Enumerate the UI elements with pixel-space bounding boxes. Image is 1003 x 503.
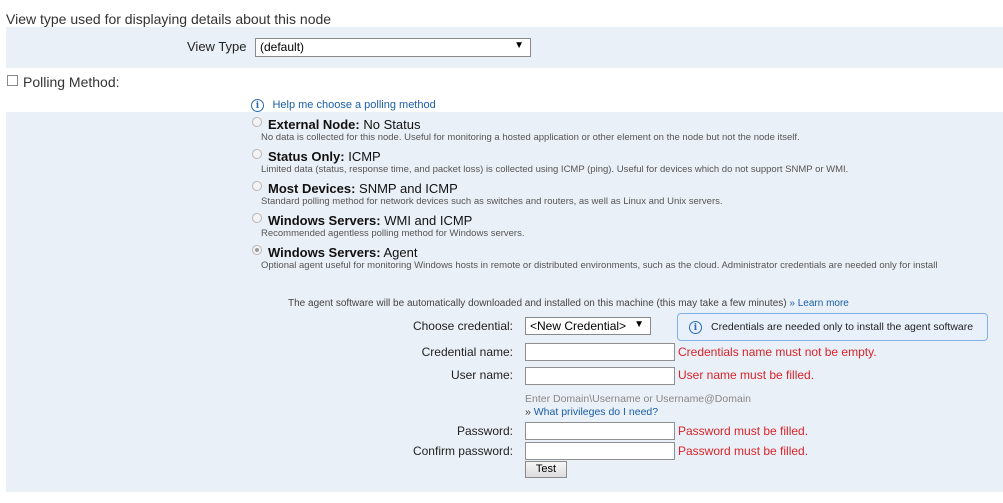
radio-status-only[interactable]: [252, 149, 262, 159]
confirm-password-input[interactable]: [525, 442, 675, 460]
test-button[interactable]: Test: [525, 461, 567, 478]
radio-windows-wmi[interactable]: [252, 213, 262, 223]
learn-more-link[interactable]: » Learn more: [789, 298, 848, 309]
option-status-only-desc: Limited data (status, response time, and…: [261, 164, 849, 175]
privileges-prefix: »: [525, 406, 531, 418]
agent-note-text: The agent software will be automatically…: [288, 298, 787, 309]
view-type-select[interactable]: (default) ▼: [255, 38, 531, 57]
option-most-devices-desc: Standard polling method for network devi…: [261, 196, 723, 207]
confirm-password-error: Password must be filled.: [678, 444, 809, 458]
option-status-only-title: Status Only: ICMP: [268, 149, 381, 164]
confirm-password-label: Confirm password:: [412, 444, 513, 458]
chevron-down-icon: ▼: [514, 40, 524, 51]
credential-name-error: Credentials name must not be empty.: [678, 345, 877, 359]
radio-external-node[interactable]: [252, 117, 262, 127]
user-name-error: User name must be filled.: [678, 368, 815, 382]
password-input[interactable]: [525, 422, 675, 440]
password-label: Password:: [456, 424, 513, 438]
privileges-link-row[interactable]: » What privileges do I need?: [525, 406, 658, 418]
view-type-label: View Type: [187, 39, 247, 54]
help-polling-link[interactable]: i Help me choose a polling method: [251, 95, 436, 113]
credential-name-input[interactable]: [525, 343, 675, 361]
option-windows-wmi-title: Windows Servers: WMI and ICMP: [268, 213, 473, 228]
polling-method-checkbox[interactable]: [7, 75, 18, 86]
option-windows-agent-title: Windows Servers: Agent: [268, 245, 418, 260]
privileges-link[interactable]: What privileges do I need?: [534, 406, 658, 418]
view-type-selected-value: (default): [260, 40, 305, 54]
radio-windows-agent[interactable]: [252, 245, 262, 255]
choose-credential-label: Choose credential:: [412, 319, 513, 333]
radio-most-devices[interactable]: [252, 181, 262, 191]
user-name-input[interactable]: [525, 367, 675, 385]
user-name-hint: Enter Domain\Username or Username@Domain: [525, 393, 751, 405]
view-type-heading: View type used for displaying details ab…: [6, 11, 332, 27]
credential-info-callout: i Credentials are needed only to install…: [677, 313, 988, 341]
agent-note: The agent software will be automatically…: [288, 298, 849, 309]
option-external-node-title: External Node: No Status: [268, 117, 421, 132]
callout-text: Credentials are needed only to install t…: [711, 321, 974, 333]
option-windows-agent-desc: Optional agent useful for monitoring Win…: [261, 260, 938, 271]
user-name-label: User name:: [450, 368, 513, 382]
info-icon: i: [251, 99, 264, 112]
option-windows-wmi-desc: Recommended agentless polling method for…: [261, 228, 525, 239]
credential-selected-value: <New Credential>: [530, 319, 627, 333]
password-error: Password must be filled.: [678, 424, 809, 438]
option-external-node-desc: No data is collected for this node. Usef…: [261, 132, 800, 143]
option-most-devices-title: Most Devices: SNMP and ICMP: [268, 181, 458, 196]
chevron-down-icon: ▼: [634, 319, 644, 330]
help-polling-link-text: Help me choose a polling method: [272, 99, 436, 111]
info-icon: i: [689, 321, 702, 334]
polling-method-label: Polling Method:: [23, 74, 120, 90]
credential-select[interactable]: <New Credential> ▼: [525, 317, 651, 335]
credential-name-label: Credential name:: [421, 345, 513, 359]
